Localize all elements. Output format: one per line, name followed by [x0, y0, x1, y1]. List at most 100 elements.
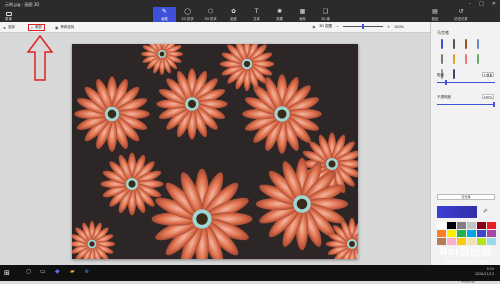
- thickness-slider[interactable]: [437, 80, 495, 85]
- ribbon-tool-1[interactable]: ◯ 2D 形状: [176, 7, 199, 22]
- ribbon-tool-3[interactable]: ✿ 贴纸: [222, 7, 245, 22]
- fill-tool[interactable]: [449, 68, 458, 80]
- thickness-slider-thumb[interactable]: [445, 80, 447, 85]
- maximize-icon[interactable]: □: [479, 1, 484, 7]
- flower-center: [128, 180, 136, 188]
- ribbon-tool-2[interactable]: ⬡ 3D 形状: [199, 7, 222, 22]
- palette-swatch[interactable]: [437, 230, 446, 237]
- eraser-icon: [464, 54, 467, 64]
- palette-swatch[interactable]: [477, 230, 486, 237]
- task-view-icon[interactable]: ▭: [40, 268, 46, 275]
- pencil-icon: [452, 54, 455, 64]
- file-explorer-icon[interactable]: ▰: [70, 268, 75, 275]
- flower-center: [196, 213, 208, 225]
- paint-3d-taskbar-icon[interactable]: ◆: [55, 268, 60, 275]
- ribbon-tool-label: 画笔: [161, 16, 168, 21]
- ribbon-tool-label: 3D 库: [321, 16, 330, 21]
- menu-button[interactable]: 菜单: [5, 12, 12, 22]
- palette-swatch[interactable]: [437, 222, 446, 229]
- ribbon-tool-label: 文本: [253, 16, 260, 21]
- palette-swatch[interactable]: [457, 222, 466, 229]
- fill-bucket-icon: [452, 69, 455, 79]
- window-controls: – □ ✕: [469, 1, 496, 7]
- canvas-image[interactable]: [72, 44, 358, 259]
- pixel-pen[interactable]: [437, 53, 446, 65]
- palette-swatch[interactable]: [447, 230, 456, 237]
- ribbon-tool-label: 画布: [299, 16, 306, 21]
- cursor-icon: ⬉: [3, 25, 6, 30]
- opacity-slider[interactable]: [437, 102, 495, 107]
- watercolor-brush-icon: [476, 39, 479, 49]
- select-button[interactable]: ⬉ 选择: [3, 24, 15, 31]
- ribbon-right-tools: ▤ 粘贴 ↺ 历史记录: [424, 7, 472, 22]
- paste-icon: ▤: [432, 7, 438, 15]
- palette-swatch[interactable]: [457, 230, 466, 237]
- shapes-2d-icon: ◯: [184, 7, 191, 15]
- ribbon-tool-label: 贴纸: [230, 16, 237, 21]
- ribbon-tool-6[interactable]: ▦ 画布: [291, 7, 314, 22]
- close-icon[interactable]: ✕: [492, 1, 496, 7]
- system-clock[interactable]: 9:34 2020/11/13: [475, 267, 494, 277]
- windows-start-icon[interactable]: ⊞: [4, 269, 10, 277]
- ribbon-tool-5[interactable]: ✺ 效果: [268, 7, 291, 22]
- annotation-arrow: [26, 34, 54, 81]
- select-label: 选择: [7, 25, 15, 29]
- ribbon-tool-0[interactable]: ✎ 画笔: [153, 7, 176, 22]
- brush-icon: ✎: [161, 7, 168, 15]
- shapes-3d-icon: ⬡: [207, 7, 214, 15]
- marker-brush[interactable]: [437, 38, 446, 50]
- sub-toolbar: ⬉ 选择 ⌗ 裁剪 ▣ 神奇选择 ◑ 3D 视图 − + 100%: [0, 22, 430, 33]
- watercolor-brush[interactable]: [473, 38, 482, 50]
- flower-center: [243, 60, 251, 68]
- title-bar: 示例.jpg - 画图 3D 菜单 ✎ 画笔 ◯ 2D 形状 ⬡ 3D 形状 ✿ 贴纸 T 文本 ✺…: [0, 0, 500, 22]
- palette-swatch[interactable]: [487, 230, 496, 237]
- zoom-slider[interactable]: [343, 24, 384, 29]
- ribbon-tool-label: 3D 形状: [204, 16, 217, 21]
- oil-brush[interactable]: [461, 38, 470, 50]
- canvas-icon: ▦: [299, 7, 306, 15]
- view-3d-icon[interactable]: ◑: [312, 25, 315, 29]
- ribbon-tool-7[interactable]: ❑ 3D 库: [314, 7, 337, 22]
- calligraphy-pen-icon: [452, 39, 455, 49]
- thickness-value[interactable]: 5 像素: [482, 72, 494, 77]
- marker-icon: [440, 39, 443, 49]
- flower-center: [89, 241, 95, 247]
- folder-icon: [5, 12, 12, 16]
- pencil-brush[interactable]: [449, 53, 458, 65]
- current-color-swatch[interactable]: [437, 206, 477, 218]
- taskbar: ⊞ ○ ▭ ◆ ▰ e 9:34 2020/11/13: [0, 265, 500, 281]
- flower-photo: [72, 44, 358, 259]
- edge-icon[interactable]: e: [85, 268, 89, 275]
- finish-dropdown[interactable]: 无光泽: [437, 194, 495, 200]
- search-icon[interactable]: ○: [26, 268, 31, 275]
- ribbon-right-tool-0[interactable]: ▤ 粘贴: [424, 7, 446, 22]
- palette-swatch[interactable]: [467, 222, 476, 229]
- oil-brush-icon: [464, 39, 467, 49]
- flower-center: [107, 109, 117, 119]
- ribbon-tool-label: 2D 形状: [181, 16, 194, 21]
- palette-swatch[interactable]: [487, 222, 496, 229]
- zoom-in-icon[interactable]: +: [387, 25, 390, 29]
- eraser-tool[interactable]: [461, 53, 470, 65]
- palette-swatch[interactable]: [447, 222, 456, 229]
- crop-button[interactable]: ⌗ 裁剪: [28, 24, 45, 31]
- text-icon: T: [254, 7, 259, 15]
- eyedropper-icon[interactable]: ✐: [483, 208, 488, 215]
- opacity-value[interactable]: 100%: [482, 94, 494, 99]
- ribbon-tool-4[interactable]: T 文本: [245, 7, 268, 22]
- minimize-icon[interactable]: –: [469, 1, 472, 7]
- ribbon-right-tool-1[interactable]: ↺ 历史记录: [450, 7, 472, 22]
- calligraphy-brush[interactable]: [449, 38, 458, 50]
- palette-swatch[interactable]: [477, 222, 486, 229]
- view-3d-label[interactable]: 3D 视图: [319, 24, 332, 29]
- crayon-brush[interactable]: [473, 53, 482, 65]
- palette-swatch[interactable]: [467, 230, 476, 237]
- ribbon-tool-label: 效果: [276, 16, 283, 21]
- magic-select-button[interactable]: ▣ 神奇选择: [55, 24, 74, 31]
- panel-title: 马克笔: [437, 30, 449, 35]
- zoom-out-icon[interactable]: −: [336, 25, 339, 29]
- window-title: 示例.jpg - 画图 3D: [5, 2, 40, 7]
- opacity-slider-thumb[interactable]: [493, 102, 495, 107]
- zoom-slider-thumb[interactable]: [362, 24, 365, 29]
- ribbon-tools: ✎ 画笔 ◯ 2D 形状 ⬡ 3D 形状 ✿ 贴纸 T 文本 ✺ 效果 ▦ 画布 ❑ 3D 库: [153, 7, 337, 22]
